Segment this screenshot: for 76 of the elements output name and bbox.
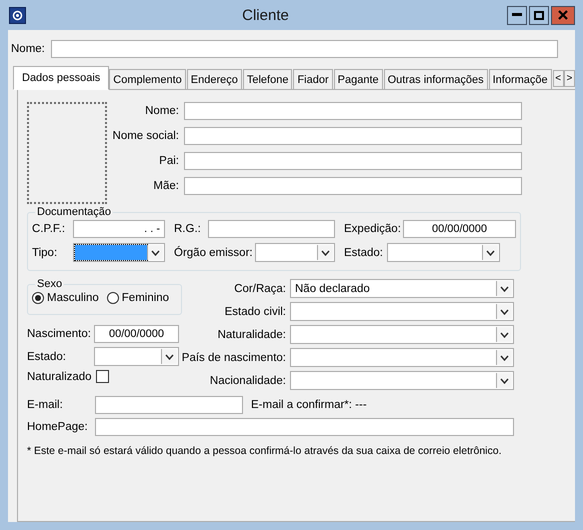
field-label: Naturalidade: — [216, 328, 286, 340]
group-title: Sexo — [36, 278, 64, 290]
tab[interactable]: Informaçõe — [488, 69, 552, 90]
note-text: * Este e-mail só estará válido quando a pessoa confirmá-lo através da sua caixa de correio eletrônico. — [27, 445, 502, 457]
field-label: E-mail: — [27, 399, 64, 411]
dropdown-field[interactable] — [94, 347, 179, 366]
caret-icon — [165, 354, 174, 360]
field-label: Naturalizado — [27, 370, 92, 382]
field-label: Nome: — [11, 43, 46, 55]
field-label: Estado: — [27, 350, 67, 362]
caret-icon — [500, 378, 509, 384]
name-field[interactable] — [51, 40, 558, 58]
tab[interactable]: Complemento — [109, 69, 186, 90]
dropdown-field[interactable] — [290, 371, 514, 390]
text-field[interactable] — [184, 152, 522, 170]
email-confirm-text: E-mail a confirmar*: --- — [251, 399, 367, 411]
date-field[interactable]: 00/00/0000 — [94, 325, 179, 343]
close-icon — [558, 10, 568, 20]
tab[interactable]: Endereço — [186, 69, 242, 90]
field-label: Pai: — [158, 155, 179, 167]
field-label: País de nascimento: — [180, 352, 286, 364]
field-label: Nacionalidade: — [208, 374, 286, 386]
minimize-button[interactable] — [507, 6, 527, 24]
radio-option[interactable]: Feminino — [106, 292, 170, 304]
text-field[interactable] — [184, 127, 522, 145]
email-field[interactable] — [95, 396, 243, 414]
field-label: HomePage: — [27, 421, 89, 433]
field-label: Nome social: — [112, 130, 179, 142]
caret-icon — [486, 250, 495, 256]
text-field[interactable] — [208, 220, 335, 238]
dropdown-field[interactable] — [73, 243, 165, 262]
field-label: Cor/Raça: — [233, 282, 286, 294]
caret-icon — [500, 354, 509, 360]
maximize-button[interactable] — [529, 6, 549, 24]
dropdown-field[interactable] — [255, 243, 335, 262]
caret-icon — [321, 250, 330, 256]
dropdown-field[interactable] — [387, 243, 500, 262]
text-field[interactable]: . . - — [73, 220, 165, 238]
field-label: Mãe: — [152, 180, 179, 192]
tab[interactable]: Pagante — [334, 69, 383, 90]
tab[interactable]: Outras informações — [384, 69, 488, 90]
text-field[interactable] — [184, 102, 522, 120]
field-label: Nascimento: — [27, 328, 92, 340]
caret-icon — [500, 286, 509, 292]
photo-frame[interactable] — [27, 102, 107, 204]
field-label: Tipo: — [32, 246, 58, 258]
field-label: Órgão emissor: — [174, 246, 254, 258]
app-icon — [9, 6, 26, 24]
dropdown-field[interactable]: Não declarado — [290, 279, 514, 298]
tab[interactable]: Dados pessoais — [13, 66, 110, 90]
group-title: Documentação — [36, 206, 112, 218]
field-label: Nome: — [144, 105, 179, 117]
tab-scroll-button[interactable]: > — [564, 70, 575, 87]
dropdown-field[interactable] — [290, 302, 514, 321]
field-label: Estado civil: — [224, 306, 286, 318]
field-label: Estado: — [344, 246, 384, 258]
homepage-field[interactable] — [95, 418, 514, 436]
close-button[interactable] — [551, 6, 575, 24]
caret-icon — [500, 332, 509, 338]
tab-scroll-button[interactable]: < — [552, 70, 564, 87]
dropdown-field[interactable] — [290, 348, 514, 367]
date-field[interactable]: 00/00/0000 — [403, 220, 516, 238]
caret-icon — [500, 308, 509, 314]
radio-option[interactable]: Masculino — [32, 292, 99, 304]
field-label: R.G.: — [174, 223, 202, 235]
maximize-icon — [534, 10, 544, 20]
field-label: C.P.F.: — [32, 223, 66, 235]
window-title: Cliente — [241, 6, 290, 24]
minimize-icon — [512, 13, 522, 17]
tab[interactable]: Telefone — [242, 69, 292, 90]
field-label: Expedição: — [344, 223, 402, 235]
tab[interactable]: Fiador — [293, 69, 333, 90]
checkbox[interactable] — [96, 370, 109, 383]
caret-icon — [151, 250, 160, 256]
text-field[interactable] — [184, 177, 522, 195]
dropdown-field[interactable] — [290, 325, 514, 344]
